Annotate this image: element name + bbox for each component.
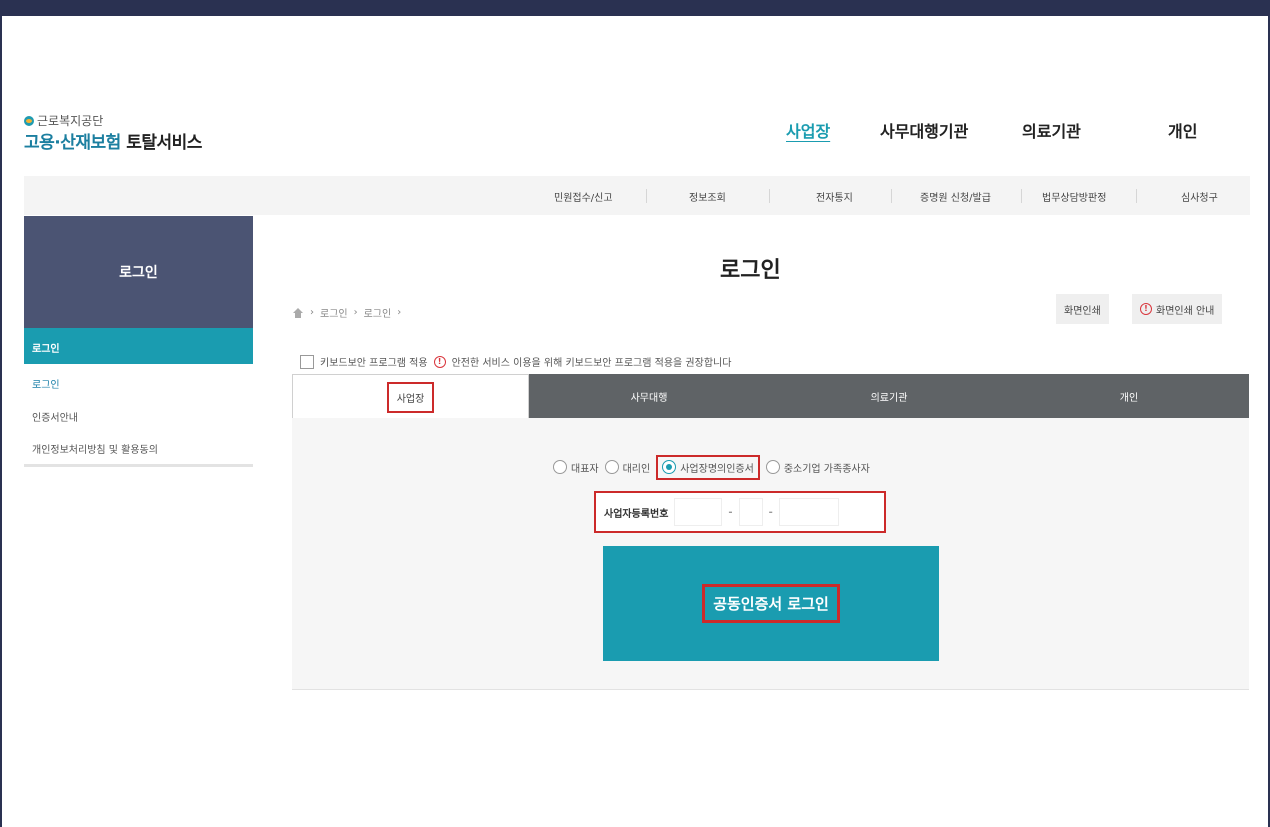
subnav-divider [646,189,647,203]
home-icon[interactable] [292,307,304,318]
subnav-divider [1021,189,1022,203]
page-title: 로그인 [720,258,781,283]
tab-medical[interactable]: 의료기관 [769,374,1009,418]
subnav-divider [769,189,770,203]
radio-proxy[interactable] [604,460,619,474]
radio-proxy-label: 대리인 [622,463,651,475]
business-registration-group: 사업자등록번호 - - [594,491,886,533]
breadcrumb-item[interactable]: 로그인 [320,305,348,320]
tab-agency[interactable]: 사무대행 [529,374,769,418]
keyboard-security-notice: 안전한 서비스 이용을 위해 키보드보안 프로그램 적용을 권장합니다 [451,358,732,369]
topnav-agency[interactable]: 사무대행기관 [880,118,968,142]
topnav-business[interactable]: 사업장 [786,118,830,142]
print-guide-label: 화면인쇄 안내 [1156,305,1215,317]
topnav-personal[interactable]: 개인 [1168,118,1197,142]
print-button[interactable]: 화면인쇄 [1056,294,1109,324]
business-reg-field-1[interactable] [674,498,723,526]
keyboard-security-checkbox[interactable] [300,354,314,369]
topnav-medical[interactable]: 의료기관 [1022,118,1081,142]
print-button-label: 화면인쇄 [1064,305,1101,317]
subnav-appeal[interactable]: 심사청구 [1181,189,1218,204]
org-name: 근로복지공단 [37,114,104,128]
login-type-business-cert[interactable]: 사업장명의인증서 [656,454,760,480]
breadcrumb-separator-icon: › [353,307,358,318]
business-reg-separator: - [768,506,773,518]
warning-icon: ! [1140,303,1152,315]
tab-business-label: 사업장 [386,382,435,413]
sidebar-item-privacy[interactable]: 개인정보처리방침 및 활용동의 [32,441,158,456]
subnav-civil-report[interactable]: 민원접수/신고 [554,189,613,204]
business-reg-separator: - [728,506,733,518]
subnav-legal-consult[interactable]: 법무상담방판정 [1042,189,1106,204]
business-registration-label: 사업자등록번호 [604,508,669,520]
login-type-sme-family[interactable]: 중소기업 가족종사자 [765,460,870,475]
radio-sme-family[interactable] [765,460,780,474]
sidebar-section-login[interactable]: 로그인 [24,328,253,364]
breadcrumb-separator-icon: › [397,307,402,318]
print-guide-button[interactable]: ! 화면인쇄 안내 [1132,294,1223,324]
radio-ceo-label: 대표자 [571,463,599,475]
login-type-ceo[interactable]: 대표자 [553,460,599,475]
subnav-e-notice[interactable]: 전자통지 [816,189,853,204]
tab-business[interactable]: 사업장 [292,374,529,420]
subnav-divider [891,189,892,203]
sidebar-item-cert-guide[interactable]: 인증서안내 [32,409,78,424]
sidebar-divider [24,464,253,467]
sidebar-item-login[interactable]: 로그인 [32,376,60,391]
breadcrumb-item[interactable]: 로그인 [364,305,392,320]
warning-icon: ! [433,355,446,368]
radio-ceo[interactable] [553,460,567,474]
tab-personal[interactable]: 개인 [1009,374,1249,418]
business-reg-field-3[interactable] [778,498,839,526]
org-logo[interactable]: 근로복지공단 [24,112,103,129]
keyboard-security-row: 키보드보안 프로그램 적용 ! 안전한 서비스 이용을 위해 키보드보안 프로그… [300,354,731,369]
service-name-suffix: 토탈서비스 [126,133,202,153]
org-logo-icon [24,115,34,126]
subnav-certificate[interactable]: 증명원 신청/발급 [920,189,991,204]
radio-business-cert-label: 사업장명의인증서 [680,463,754,475]
certificate-login-button[interactable]: 공동인증서 로그인 [603,546,939,661]
login-tabs: 사업장 사무대행 의료기관 개인 [292,374,1249,420]
login-type-proxy[interactable]: 대리인 [604,460,651,475]
service-logo[interactable]: 고용·산재보험 토탈서비스 [24,128,202,153]
radio-business-cert[interactable] [662,460,677,474]
subnav-info-lookup[interactable]: 정보조회 [689,189,726,204]
sidebar-title: 로그인 [24,216,253,328]
certificate-login-label: 공동인증서 로그인 [702,584,840,623]
service-name-prefix: 고용·산재보험 [24,133,121,153]
business-reg-field-2[interactable] [738,498,763,526]
breadcrumb-separator-icon: › [310,307,314,318]
subnav-divider [1136,189,1137,203]
breadcrumb: › 로그인 › 로그인 › [292,305,401,320]
sub-navigation: 민원접수/신고 정보조회 전자통지 증명원 신청/발급 법무상담방판정 심사청구 [24,176,1250,215]
login-type-group: 대표자 대리인 사업장명의인증서 중소기업 가족종사자 [553,454,876,480]
keyboard-security-label: 키보드보안 프로그램 적용 [320,358,428,369]
radio-sme-family-label: 중소기업 가족종사자 [783,463,870,475]
